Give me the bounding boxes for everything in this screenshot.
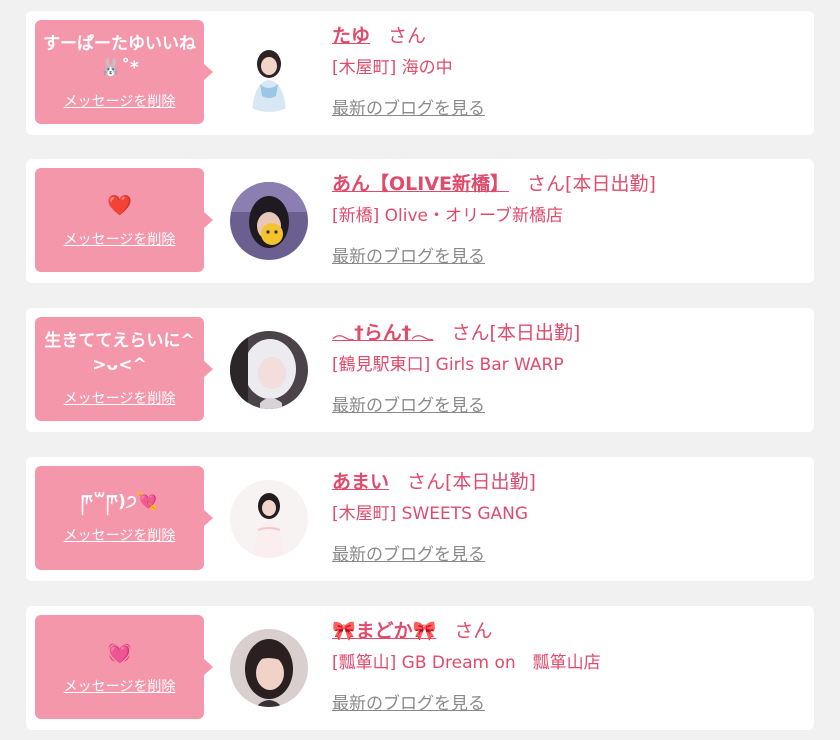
avatar-photo — [230, 629, 308, 707]
cast-name-link[interactable]: あまい — [332, 471, 389, 493]
message-text: すーぱーたゆいいね🐰˚* — [43, 34, 196, 78]
shop-name: [瓢箪山] GB Dream on 瓢箪山店 — [332, 653, 601, 673]
avatar[interactable] — [230, 182, 308, 260]
status-badge: [本日出勤] — [445, 471, 536, 493]
shop-name: [新橋] Olive・オリーブ新橋店 — [332, 206, 563, 226]
avatar-photo — [230, 480, 308, 558]
avatar-photo — [230, 34, 308, 112]
latest-blog-link[interactable]: 最新のブログを見る — [332, 540, 485, 565]
avatar[interactable] — [230, 629, 308, 707]
message-bubble: ❤️ メッセージを削除 — [35, 168, 213, 272]
honorific: さん — [454, 620, 493, 642]
delete-message-link[interactable]: メッセージを削除 — [64, 388, 176, 408]
delete-message-link[interactable]: メッセージを削除 — [64, 676, 176, 696]
name-line: あまい さん[本日出勤] — [332, 469, 804, 495]
message-card: ❤️ メッセージを削除 あん【OLIVE新橋】 さん[本日出勤] [新橋] Oli… — [26, 159, 814, 283]
message-text: ཫ꒳ཫ)੭💘 — [80, 492, 159, 513]
latest-blog-link[interactable]: 最新のブログを見る — [332, 689, 485, 714]
name-line: あん【OLIVE新橋】 さん[本日出勤] — [332, 171, 804, 197]
message-card: すーぱーたゆいいね🐰˚* メッセージを削除 たゆ さん [木屋町] 海の中 最新の… — [26, 11, 814, 135]
cast-info: あん【OLIVE新橋】 さん[本日出勤] [新橋] Olive・オリーブ新橋店 最… — [332, 171, 804, 267]
delete-message-link[interactable]: メッセージを削除 — [64, 525, 176, 545]
message-card: 💓 メッセージを削除 🎀まどか🎀 さん [瓢箪山] GB Dream on 瓢箪山… — [26, 606, 814, 730]
cast-info: たゆ さん [木屋町] 海の中 最新のブログを見る — [332, 23, 804, 119]
shop-name: [木屋町] SWEETS GANG — [332, 504, 529, 524]
cast-name-link[interactable]: 🎀まどか🎀 — [332, 620, 436, 642]
latest-blog-link[interactable]: 最新のブログを見る — [332, 391, 485, 416]
latest-blog-link[interactable]: 最新のブログを見る — [332, 242, 485, 267]
message-bubble: 💓 メッセージを削除 — [35, 615, 213, 719]
latest-blog-link[interactable]: 最新のブログを見る — [332, 94, 485, 119]
cast-info: 🎀まどか🎀 さん [瓢箪山] GB Dream on 瓢箪山店 最新のブログを見る — [332, 618, 804, 714]
delete-message-link[interactable]: メッセージを削除 — [64, 91, 176, 111]
shop-name: [鶴見駅東口] Girls Bar WARP — [332, 355, 564, 375]
message-text: ❤️ — [107, 193, 132, 217]
cast-info: 𓂃†らん†𓂃 さん[本日出勤] [鶴見駅東口] Girls Bar WARP 最新… — [332, 320, 804, 416]
honorific: さん — [527, 173, 566, 195]
message-bubble: 生きててえらいに^>ᴗ<^ メッセージを削除 — [35, 317, 213, 421]
delete-message-link[interactable]: メッセージを削除 — [64, 229, 176, 249]
honorific: さん — [407, 471, 446, 493]
honorific: さん — [388, 25, 427, 47]
name-line: 𓂃†らん†𓂃 さん[本日出勤] — [332, 320, 804, 346]
avatar[interactable] — [230, 34, 308, 112]
avatar-photo — [230, 331, 308, 409]
cast-name-link[interactable]: あん【OLIVE新橋】 — [332, 173, 509, 195]
cast-info: あまい さん[本日出勤] [木屋町] SWEETS GANG 最新のブログを見る — [332, 469, 804, 565]
cast-name-link[interactable]: 𓂃†らん†𓂃 — [332, 322, 433, 344]
avatar[interactable] — [230, 480, 308, 558]
avatar-photo — [230, 182, 308, 260]
message-bubble: すーぱーたゆいいね🐰˚* メッセージを削除 — [35, 20, 213, 124]
name-line: たゆ さん — [332, 23, 804, 49]
name-line: 🎀まどか🎀 さん — [332, 618, 804, 644]
message-bubble: ཫ꒳ཫ)੭💘 メッセージを削除 — [35, 466, 213, 570]
status-badge: [本日出勤] — [565, 173, 656, 195]
shop-name: [木屋町] 海の中 — [332, 58, 453, 78]
message-card: ཫ꒳ཫ)੭💘 メッセージを削除 あまい さん[本日出勤] [木屋町] SWEETS… — [26, 457, 814, 581]
avatar[interactable] — [230, 331, 308, 409]
message-text: 💓 — [107, 640, 132, 664]
status-badge: [本日出勤] — [489, 322, 581, 344]
message-card: 生きててえらいに^>ᴗ<^ メッセージを削除 𓂃†らん†𓂃 さん[本日出勤] [鶴… — [26, 308, 814, 432]
message-text: 生きててえらいに^>ᴗ<^ — [44, 331, 195, 375]
honorific: さん — [451, 322, 490, 344]
cast-name-link[interactable]: たゆ — [332, 25, 370, 47]
